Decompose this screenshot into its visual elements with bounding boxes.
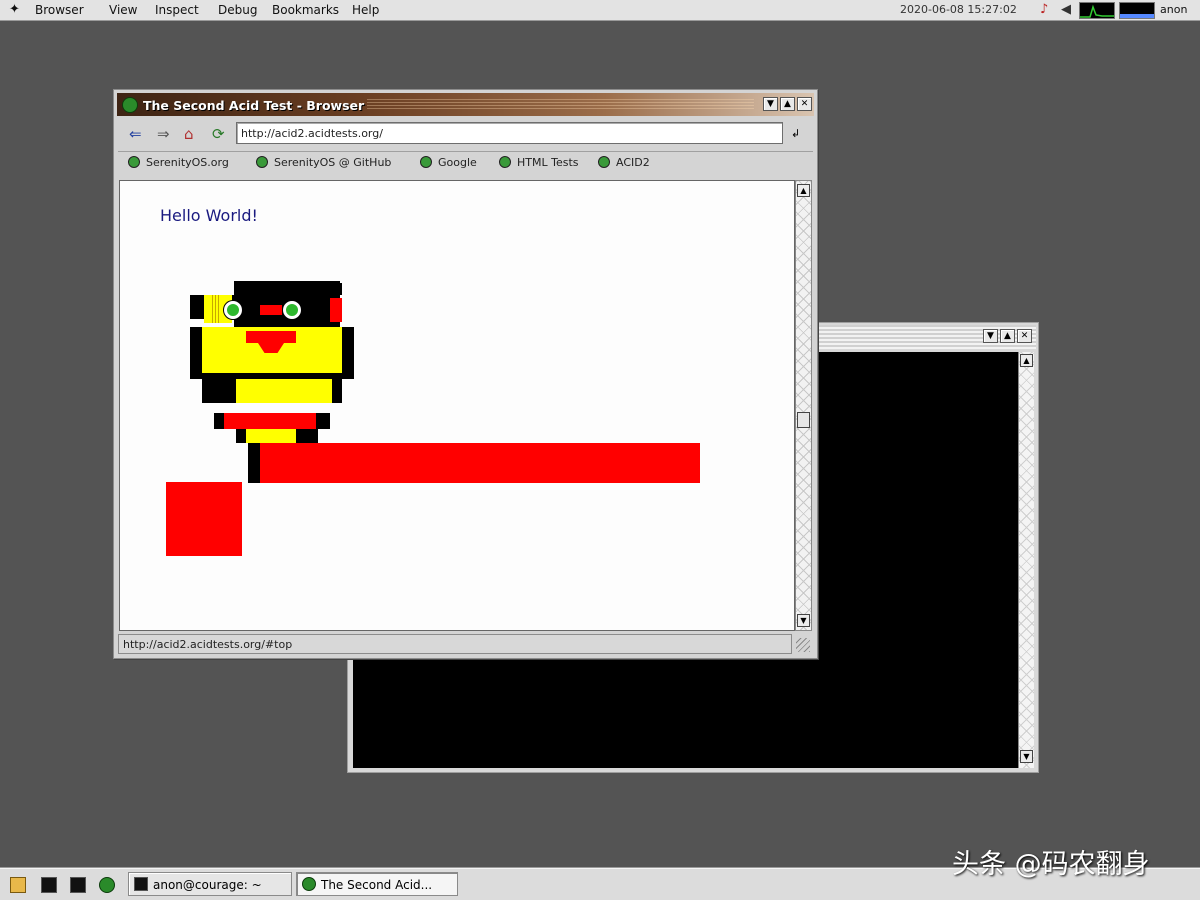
maximize-button[interactable]: ▲ — [780, 97, 795, 111]
back-arrow-icon[interactable]: ⇐ — [129, 126, 142, 142]
scroll-down-button[interactable]: ▼ — [797, 614, 810, 627]
minimize-button[interactable]: ▼ — [983, 329, 998, 343]
globe-icon — [256, 156, 268, 168]
task-browser[interactable]: The Second Acid... — [296, 872, 458, 896]
menubar: ✦ Browser View Inspect Debug Bookmarks H… — [0, 0, 1200, 21]
user-name: anon — [1160, 3, 1188, 16]
home-icon[interactable]: ⌂ — [184, 126, 194, 142]
terminal-scrollbar[interactable]: ▲ ▼ — [1018, 352, 1034, 768]
file-manager-icon[interactable] — [10, 877, 26, 893]
minimize-button[interactable]: ▼ — [763, 97, 778, 111]
window-title: The Second Acid Test - Browser — [143, 98, 365, 113]
task-terminal[interactable]: anon@courage: ~ — [128, 872, 292, 896]
bookmark-item[interactable]: SerenityOS @ GitHub — [256, 156, 391, 169]
scroll-up-button[interactable]: ▲ — [797, 184, 810, 197]
document-icon — [499, 156, 511, 168]
forward-arrow-icon[interactable]: ⇒ — [157, 126, 170, 142]
globe-icon — [122, 97, 138, 113]
clock: 2020-06-08 15:27:02 — [900, 3, 1017, 16]
navigation-toolbar: ⇐ ⇒ ⌂ ⟳ http://acid2.acidtests.org/ ↲ — [118, 119, 813, 149]
menu-bookmarks[interactable]: Bookmarks — [272, 3, 339, 17]
scroll-up-button[interactable]: ▲ — [1020, 354, 1033, 367]
system-menu-icon[interactable]: ✦ — [9, 2, 20, 17]
cpu-graph[interactable] — [1079, 2, 1115, 19]
audio-icon[interactable]: ♪ — [1040, 2, 1048, 17]
memory-graph[interactable] — [1119, 2, 1155, 19]
globe-icon — [420, 156, 432, 168]
watermark: 头条 @码农翻身 — [952, 849, 1150, 880]
browser-titlebar[interactable]: The Second Acid Test - Browser ▼ ▲ ✕ — [117, 93, 814, 116]
volume-icon[interactable]: ◀ — [1061, 2, 1071, 17]
page-heading: Hello World! — [160, 206, 258, 225]
terminal-icon — [134, 877, 148, 891]
browser-icon[interactable] — [99, 877, 115, 893]
bookmark-item[interactable]: Google — [420, 156, 477, 169]
globe-icon — [302, 877, 316, 891]
menu-browser[interactable]: Browser — [35, 3, 84, 17]
bookmarks-bar: SerenityOS.org SerenityOS @ GitHub Googl… — [118, 151, 813, 173]
globe-icon — [598, 156, 610, 168]
bookmark-item[interactable]: ACID2 — [598, 156, 650, 169]
status-bar: http://acid2.acidtests.org/#top — [118, 634, 813, 654]
menu-view[interactable]: View — [109, 3, 137, 17]
url-input[interactable]: http://acid2.acidtests.org/ — [236, 122, 783, 144]
bookmark-item[interactable]: HTML Tests — [499, 156, 579, 169]
menu-debug[interactable]: Debug — [218, 3, 257, 17]
system-monitor-icon[interactable] — [70, 877, 86, 893]
page-viewport[interactable]: Hello World! — [119, 180, 795, 631]
menu-help[interactable]: Help — [352, 3, 379, 17]
terminal-icon[interactable] — [41, 877, 57, 893]
browser-window: The Second Acid Test - Browser ▼ ▲ ✕ ⇐ ⇒… — [113, 89, 818, 659]
go-icon[interactable]: ↲ — [791, 127, 800, 140]
menu-inspect[interactable]: Inspect — [155, 3, 199, 17]
scrollbar-thumb[interactable] — [797, 412, 810, 428]
maximize-button[interactable]: ▲ — [1000, 329, 1015, 343]
scroll-down-button[interactable]: ▼ — [1020, 750, 1033, 763]
close-button[interactable]: ✕ — [1017, 329, 1032, 343]
bookmark-item[interactable]: SerenityOS.org — [128, 156, 229, 169]
globe-icon — [128, 156, 140, 168]
reload-icon[interactable]: ⟳ — [212, 126, 225, 142]
status-text: http://acid2.acidtests.org/#top — [118, 634, 792, 654]
close-button[interactable]: ✕ — [797, 97, 812, 111]
resize-grip-icon[interactable] — [796, 638, 810, 652]
page-scrollbar[interactable]: ▲ ▼ — [795, 180, 812, 631]
